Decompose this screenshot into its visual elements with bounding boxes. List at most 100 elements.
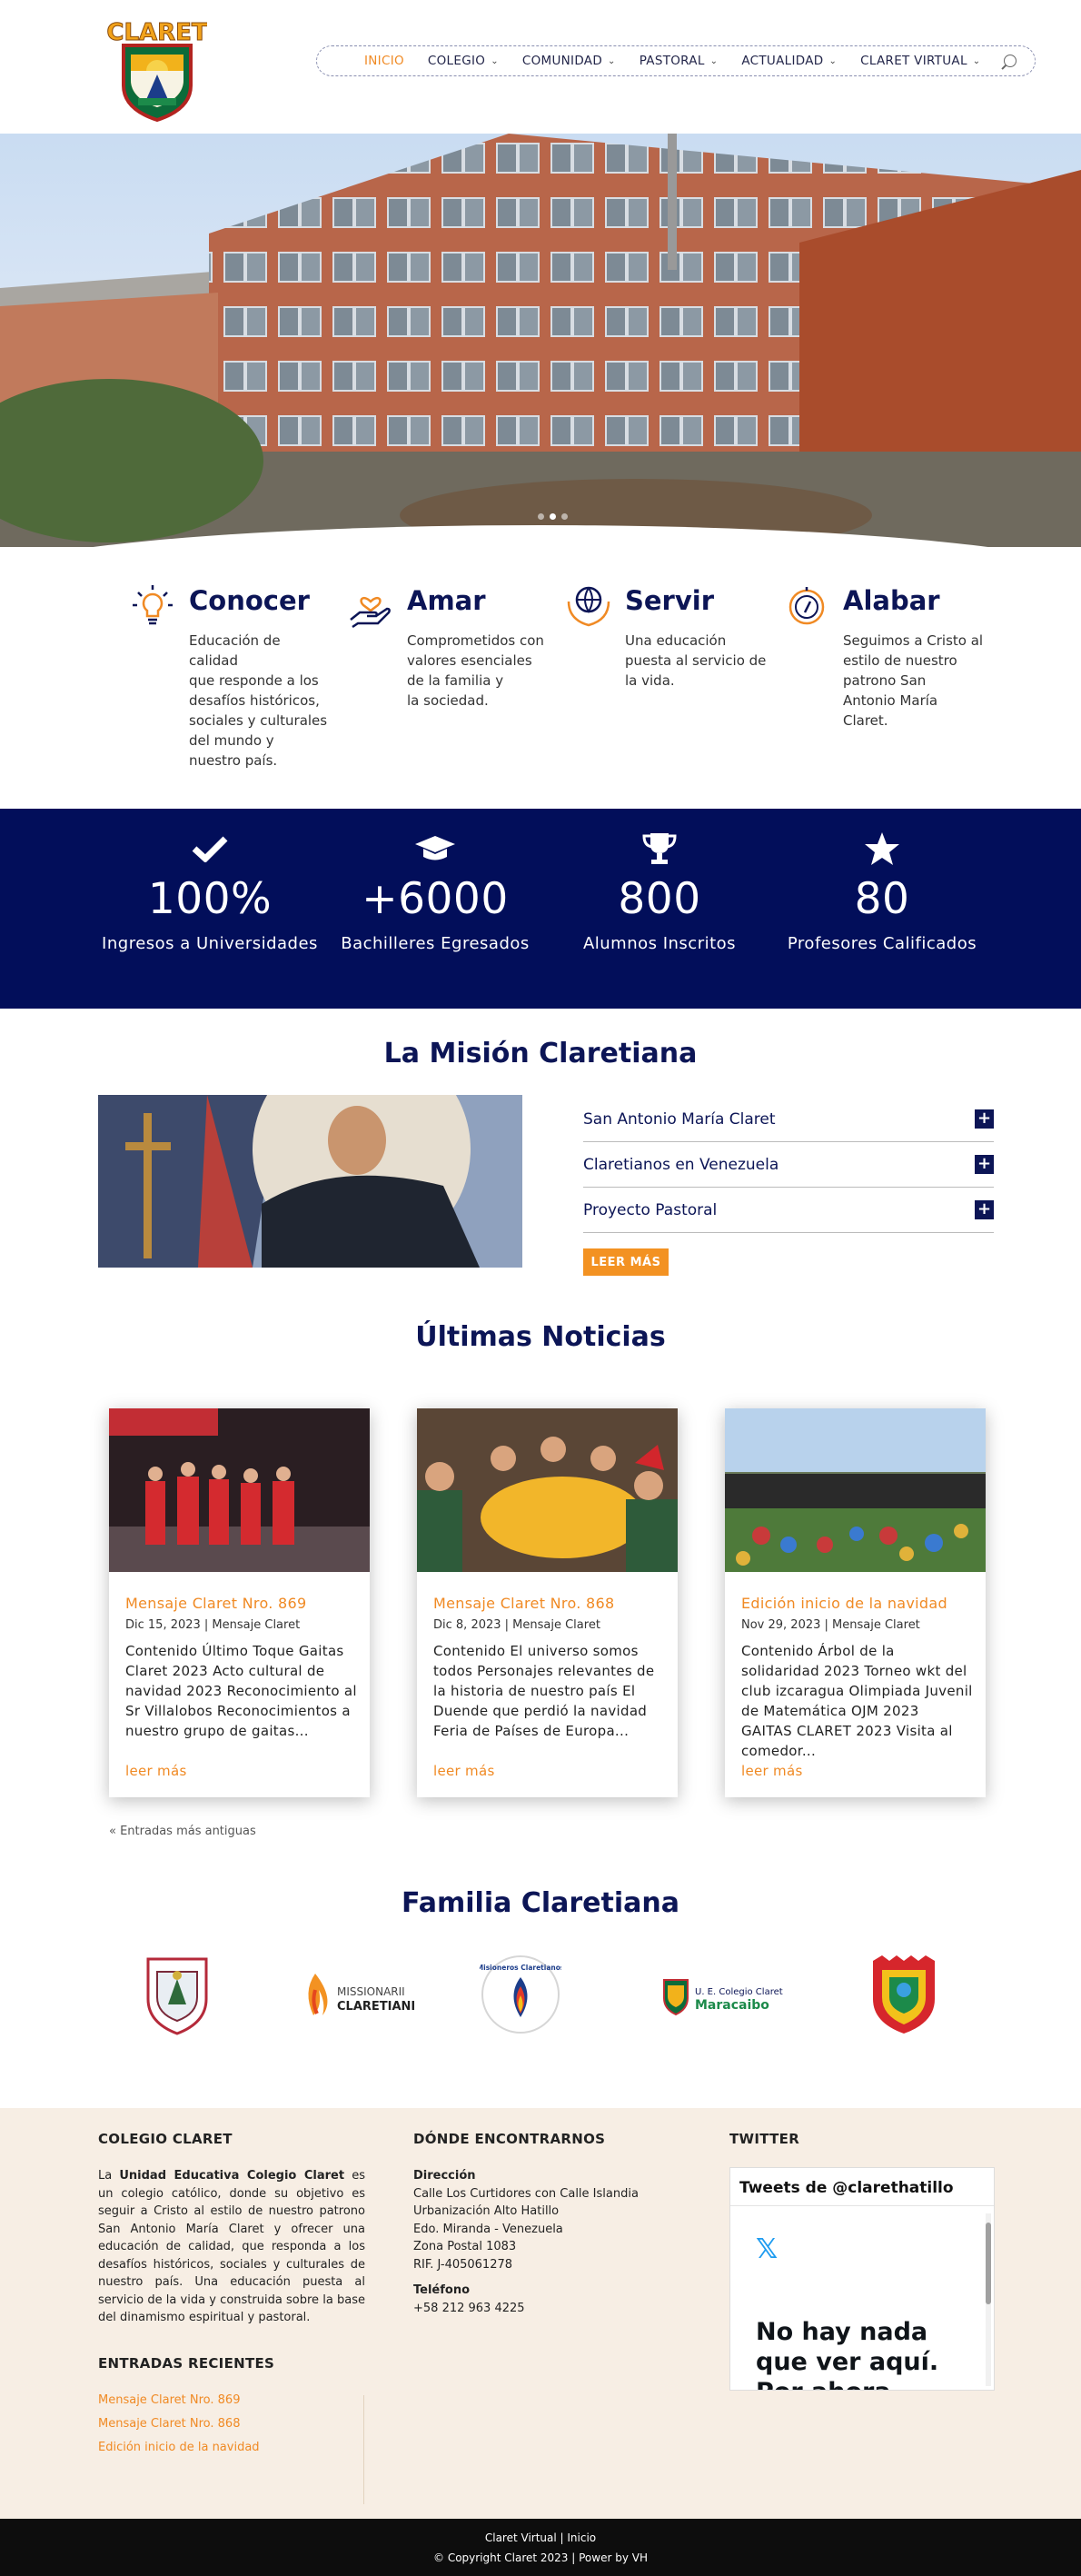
- globe-hands-icon: [567, 586, 610, 627]
- nav-pastoral[interactable]: PASTORAL ⌄: [640, 54, 719, 68]
- stat-universities: 100% Ingresos a Universidades: [92, 830, 328, 953]
- address-line: RIF. J-405061278: [413, 2257, 513, 2272]
- compass-icon: [788, 587, 825, 625]
- feature-line: Claret.: [843, 712, 888, 729]
- crest-logo-2[interactable]: [863, 1954, 945, 2035]
- news-card[interactable]: Mensaje Claret Nro. 868 Dic 8, 2023 | Me…: [417, 1408, 678, 1797]
- feature-line: Educación de: [189, 632, 281, 649]
- main-nav: INICIO COLEGIO ⌄ COMUNIDAD ⌄ PASTORAL ⌄ ACT…: [316, 45, 1036, 76]
- news-card-meta: Dic 8, 2023 | Mensaje Claret: [433, 1618, 600, 1632]
- slider-dot-active[interactable]: [550, 513, 556, 520]
- news-card-excerpt: Contenido Árbol de la solidaridad 2023 T…: [741, 1643, 973, 1759]
- lightbulb-icon: [133, 585, 173, 625]
- claret-maracaibo-logo[interactable]: U. E. Colegio Claret Maracaibo: [659, 1954, 795, 2035]
- star-icon: [764, 830, 1000, 867]
- phone-number[interactable]: +58 212 963 4225: [413, 2300, 639, 2318]
- footer-address: Dirección Calle Los Curtidores con Calle…: [413, 2167, 639, 2317]
- read-more-link[interactable]: leer más: [125, 1763, 187, 1779]
- missionarii-text: MISSIONARII: [337, 1985, 405, 1998]
- stat-value: +6000: [362, 874, 509, 924]
- nav-colegio[interactable]: COLEGIO ⌄: [428, 54, 499, 68]
- read-more-link[interactable]: leer más: [741, 1763, 803, 1779]
- crest-logo-1[interactable]: [136, 1954, 218, 2035]
- slider-dot[interactable]: [538, 513, 544, 520]
- feature-line: desafíos históricos,: [189, 692, 320, 709]
- news-card-meta: Nov 29, 2023 | Mensaje Claret: [741, 1618, 920, 1632]
- footer-heading-location: DÓNDE ENCONTRARNOS: [413, 2131, 606, 2147]
- nav-inicio[interactable]: INICIO: [364, 54, 404, 68]
- plus-icon[interactable]: +: [975, 1200, 994, 1219]
- news-card[interactable]: Mensaje Claret Nro. 869 Dic 15, 2023 | M…: [109, 1408, 370, 1797]
- trophy-icon: [541, 830, 778, 867]
- nav-actualidad[interactable]: ACTUALIDAD ⌄: [741, 54, 837, 68]
- older-entries-link[interactable]: « Entradas más antiguas: [109, 1825, 256, 1838]
- news-card-excerpt: Contenido El universo somos todos Person…: [433, 1643, 655, 1739]
- feature-title: Amar: [407, 585, 486, 616]
- twitter-widget-title[interactable]: Tweets de @clarethatillo: [730, 2168, 994, 2206]
- misioneros-claretianos-logo[interactable]: Misioneros Claretianos: [477, 1954, 563, 2035]
- missionarii-logo[interactable]: MISSIONARII CLARETIANI: [295, 1954, 431, 2035]
- recent-post-link[interactable]: Mensaje Claret Nro. 869: [98, 2393, 240, 2407]
- feature-title: Conocer: [189, 585, 310, 616]
- nav-comunidad[interactable]: COMUNIDAD ⌄: [522, 54, 616, 68]
- stat-label: Bachilleres Egresados: [341, 934, 530, 953]
- address-line: Edo. Miranda - Venezuela: [413, 2222, 563, 2236]
- news-card-title[interactable]: Mensaje Claret Nro. 868: [433, 1595, 614, 1612]
- feature-line: de la familia y: [407, 672, 504, 689]
- stat-label: Alumnos Inscritos: [582, 934, 737, 953]
- address-line: Urbanización Alto Hatillo: [413, 2204, 560, 2218]
- nav-label: COMUNIDAD: [521, 54, 603, 68]
- news-image-dancers[interactable]: [109, 1408, 370, 1572]
- site-logo[interactable]: CLARET: [106, 15, 208, 124]
- footer-heading-recent: ENTRADAS RECIENTES: [98, 2355, 275, 2372]
- misioneros-text: Misioneros Claretianos: [480, 1964, 561, 1972]
- nav-label: INICIO: [364, 54, 404, 68]
- about-rest: es un colegio católico, donde su objetiv…: [98, 2169, 366, 2324]
- twitter-scrollbar-thumb[interactable]: [986, 2223, 991, 2304]
- read-more-button[interactable]: LEER MÁS: [583, 1248, 669, 1276]
- twitter-widget[interactable]: Tweets de @clarethatillo 𝕏 No hay nada q…: [729, 2167, 995, 2391]
- feature-text: Una educación puesta al servicio de la v…: [625, 631, 766, 691]
- nav-label: ACTUALIDAD: [741, 54, 824, 68]
- address-line: Calle Los Curtidores con Calle Islandia: [413, 2186, 639, 2201]
- news-card-excerpt: Contenido Último Toque Gaitas Claret 202…: [125, 1643, 357, 1739]
- news-image-solidarity-tree[interactable]: [725, 1408, 986, 1572]
- slider-dots: [538, 513, 568, 520]
- feature-line: que responde a los: [189, 672, 319, 689]
- nav-claret-virtual[interactable]: CLARET VIRTUAL ⌄: [860, 54, 980, 68]
- accordion-label: San Antonio María Claret: [583, 1109, 776, 1129]
- feature-line: Comprometidos con: [407, 632, 544, 649]
- feature-line: del mundo y: [189, 732, 274, 749]
- nav-label: PASTORAL: [639, 54, 705, 68]
- read-more-link[interactable]: leer más: [433, 1763, 495, 1779]
- news-card-title[interactable]: Mensaje Claret Nro. 869: [125, 1595, 306, 1612]
- about-prefix: La: [98, 2169, 120, 2183]
- accordion-venezuela[interactable]: Claretianos en Venezuela +: [583, 1142, 994, 1188]
- nav-label: CLARET VIRTUAL: [860, 54, 967, 68]
- address-line: Zona Postal 1083: [413, 2240, 517, 2253]
- accordion-claret[interactable]: San Antonio María Claret +: [583, 1097, 994, 1142]
- recent-post-link[interactable]: Mensaje Claret Nro. 868: [98, 2417, 240, 2431]
- search-icon[interactable]: [1004, 55, 1017, 67]
- news-card-title[interactable]: Edición inicio de la navidad: [741, 1595, 947, 1612]
- news-image-students[interactable]: [417, 1408, 678, 1572]
- claret-painting-image: [98, 1095, 522, 1268]
- news-title: Últimas Noticias: [415, 1321, 666, 1353]
- plus-icon[interactable]: +: [975, 1109, 994, 1129]
- bottom-links[interactable]: Claret Virtual | Inicio: [0, 2519, 1081, 2544]
- x-logo-icon: 𝕏: [756, 2233, 779, 2265]
- feature-line: patrono San: [843, 672, 927, 689]
- feature-line: Una educación: [625, 632, 727, 649]
- plus-icon[interactable]: +: [975, 1155, 994, 1174]
- feature-line: valores esenciales: [407, 652, 532, 669]
- stat-teachers: 80 Profesores Calificados: [764, 830, 1000, 953]
- footer-heading-twitter: TWITTER: [729, 2131, 800, 2147]
- stat-students: 800 Alumnos Inscritos: [541, 830, 778, 953]
- chevron-down-icon: ⌄: [709, 55, 719, 66]
- slider-dot[interactable]: [561, 513, 568, 520]
- twitter-empty-message: No hay nada que ver aquí. Por ahora.: [756, 2318, 939, 2390]
- accordion-pastoral[interactable]: Proyecto Pastoral +: [583, 1188, 994, 1233]
- recent-post-link[interactable]: Edición inicio de la navidad: [98, 2441, 260, 2454]
- news-card[interactable]: Edición inicio de la navidad Nov 29, 202…: [725, 1408, 986, 1797]
- bottom-bar: Claret Virtual | Inicio © Copyright Clar…: [0, 2519, 1081, 2576]
